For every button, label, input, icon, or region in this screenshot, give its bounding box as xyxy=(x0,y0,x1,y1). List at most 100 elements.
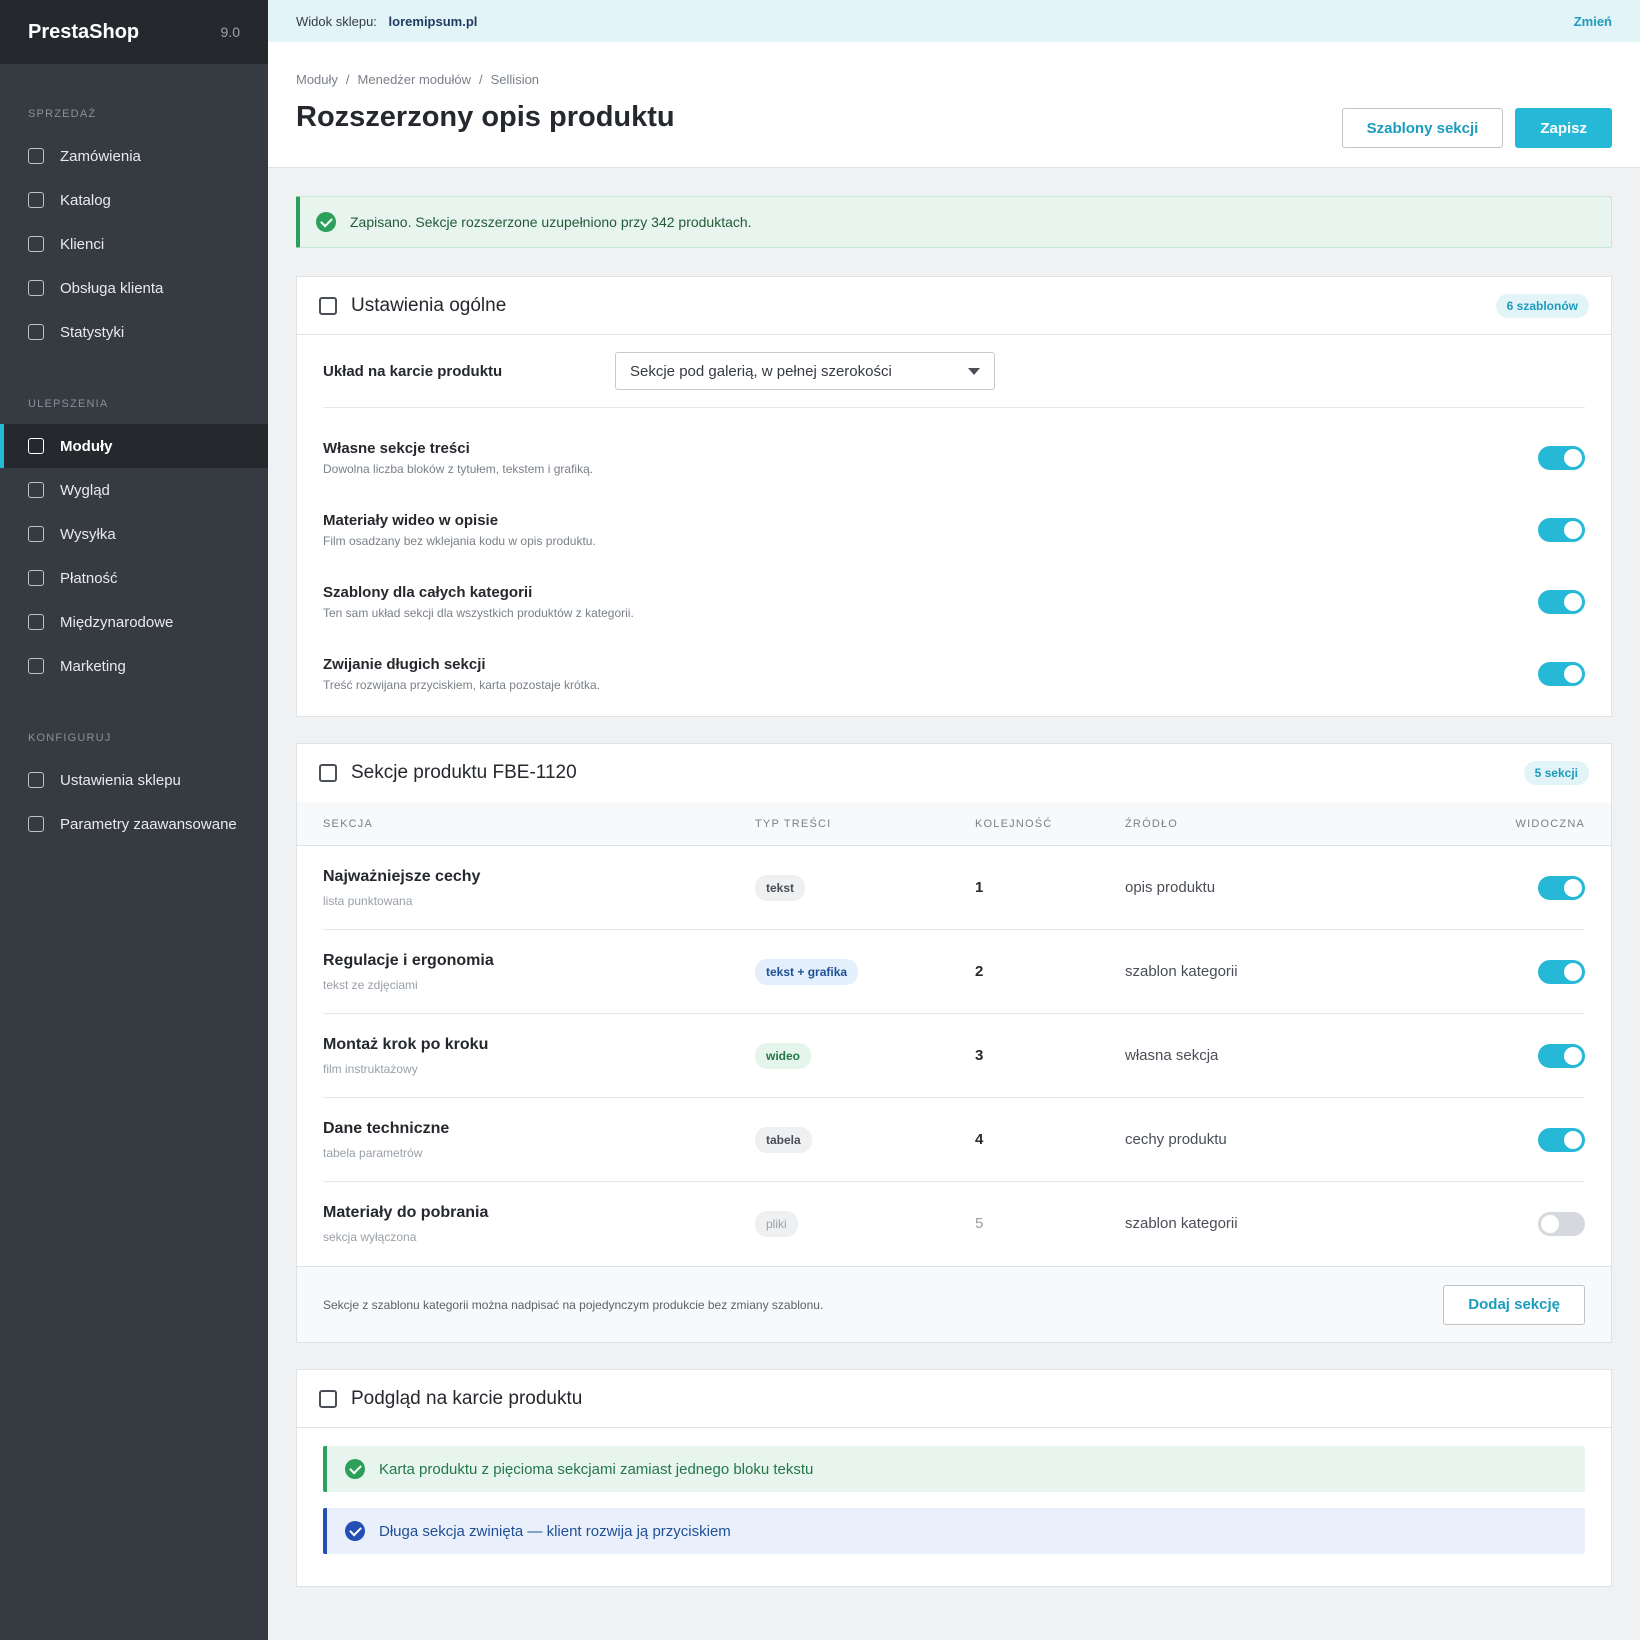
card-title-text: Ustawienia ogólne xyxy=(351,294,507,316)
sidebar-item-label: Marketing xyxy=(60,657,126,675)
general-settings-card: Ustawienia ogólne 6 szablonów Układ na k… xyxy=(296,276,1612,717)
option-title: Szablony dla całych kategorii xyxy=(323,584,533,601)
column-header-section[interactable]: SEKCJA xyxy=(323,818,755,830)
brand-version: 9.0 xyxy=(220,24,240,40)
card-title: Sekcje produktu FBE-1120 xyxy=(319,762,577,784)
column-header-source[interactable]: ŹRÓDŁO xyxy=(1125,818,1485,830)
breadcrumb-current: Sellision xyxy=(490,72,540,87)
breadcrumb: Moduły / Menedżer modułów / Sellision xyxy=(296,72,1612,87)
breadcrumb-separator: / xyxy=(345,72,350,87)
card-title: Ustawienia ogólne xyxy=(319,295,506,317)
sidebar-item-label: Wygląd xyxy=(60,481,110,499)
sidebar-item-advanced-params[interactable]: Parametry zaawansowane xyxy=(0,802,268,846)
section-name: Regulacje i ergonomia xyxy=(323,951,494,969)
section-name: Dane techniczne xyxy=(323,1119,450,1137)
table-row[interactable]: Montaż krok po kroku film instruktażowy w… xyxy=(323,1014,1585,1098)
success-alert-text: Zapisano. Sekcje rozszerzone uzupełniono… xyxy=(350,214,752,230)
section-order: 3 xyxy=(975,1046,984,1064)
check-circle-icon xyxy=(345,1459,365,1479)
card-header: Podgląd na karcie produktu xyxy=(297,1370,1611,1428)
sections-count-badge: 5 sekcji xyxy=(1523,761,1589,785)
breadcrumb-module-manager[interactable]: Menedżer modułów xyxy=(358,72,471,87)
option-desc: Film osadzany bez wklejania kodu w opis … xyxy=(323,534,596,548)
sidebar-item-customers[interactable]: Klienci xyxy=(0,222,268,266)
layout-select-value: Sekcje pod galerią, w pełnej szerokości xyxy=(630,362,892,380)
sidebar-item-label: Ustawienia sklepu xyxy=(60,771,181,789)
breadcrumb-modules[interactable]: Moduły xyxy=(296,72,338,87)
visibility-toggle[interactable] xyxy=(1538,1043,1585,1068)
visibility-toggle[interactable] xyxy=(1538,875,1585,900)
option-desc: Ten sam układ sekcji dla wszystkich prod… xyxy=(323,606,634,620)
design-icon xyxy=(28,482,44,498)
preview-card: Podgląd na karcie produktu Karta produkt… xyxy=(296,1369,1612,1587)
marketing-icon xyxy=(28,658,44,674)
card-title-text: Sekcje produktu FBE-1120 xyxy=(351,762,577,783)
change-shop-link[interactable]: Zmień xyxy=(1574,14,1612,29)
visibility-toggle[interactable] xyxy=(1538,1127,1585,1152)
success-alert: Zapisano. Sekcje rozszerzone uzupełniono… xyxy=(296,196,1612,248)
layout-select[interactable]: Sekcje pod galerią, w pełnej szerokości xyxy=(615,352,995,390)
advanced-params-icon xyxy=(28,816,44,832)
visibility-toggle[interactable] xyxy=(1538,1212,1585,1236)
column-header-type[interactable]: TYP TREŚCI xyxy=(755,818,975,830)
preview-item-collapse: Długa sekcja zwinięta — klient rozwija j… xyxy=(323,1508,1585,1554)
settings-icon xyxy=(319,296,337,315)
category-templates-toggle[interactable] xyxy=(1538,590,1585,614)
collapse-toggle[interactable] xyxy=(1538,662,1585,686)
section-order: 4 xyxy=(975,1130,984,1148)
shop-view-label: Widok sklepu: xyxy=(296,13,377,29)
add-section-button[interactable]: Dodaj sekcję xyxy=(1443,1284,1585,1325)
customer-service-icon xyxy=(28,280,44,296)
modules-icon xyxy=(28,438,44,454)
shop-view-info: Widok sklepu: loremipsum.pl xyxy=(296,14,477,29)
sidebar-item-design[interactable]: Wygląd xyxy=(0,468,268,512)
option-video: Materiały wideo w opisie Film osadzany be… xyxy=(323,494,1585,566)
sidebar-item-modules[interactable]: Moduły xyxy=(0,424,268,468)
international-icon xyxy=(28,614,44,630)
column-header-visible[interactable]: WIDOCZNA xyxy=(1485,818,1585,830)
shop-view-domain[interactable]: loremipsum.pl xyxy=(389,14,478,29)
sidebar-item-marketing[interactable]: Marketing xyxy=(0,644,268,688)
content-type-badge: tekst + grafika xyxy=(755,958,859,985)
sidebar-item-label: Parametry zaawansowane xyxy=(60,815,237,833)
breadcrumb-separator: / xyxy=(479,72,483,87)
sidebar-item-label: Klienci xyxy=(60,235,105,253)
table-row[interactable]: Regulacje i ergonomia tekst ze zdjęciami … xyxy=(323,930,1585,1014)
option-title: Zwijanie długich sekcji xyxy=(323,656,486,673)
header-actions: Szablony sekcji Zapisz xyxy=(1341,108,1612,148)
footer-note: Sekcje z szablonu kategorii można nadpis… xyxy=(323,1297,824,1312)
section-templates-button[interactable]: Szablony sekcji xyxy=(1341,108,1504,148)
card-header: Ustawienia ogólne 6 szablonów xyxy=(297,277,1611,335)
brand-logo[interactable]: PrestaShop xyxy=(28,21,139,44)
sidebar-item-international[interactable]: Międzynarodowe xyxy=(0,600,268,644)
product-sections-card: Sekcje produktu FBE-1120 5 sekcji SEKCJA… xyxy=(296,743,1612,1343)
sidebar-item-stats[interactable]: Statystyki xyxy=(0,310,268,354)
sidebar-item-label: Katalog xyxy=(60,191,111,209)
custom-sections-toggle[interactable] xyxy=(1538,446,1585,470)
sidebar-item-orders[interactable]: Zamówienia xyxy=(0,134,268,178)
nav-section-sales: SPRZEDAŻ xyxy=(28,108,97,120)
table-row[interactable]: Materiały do pobrania sekcja wyłączona pl… xyxy=(323,1182,1585,1266)
video-toggle[interactable] xyxy=(1538,518,1585,542)
shipping-icon xyxy=(28,526,44,542)
section-source: własna sekcja xyxy=(1125,1046,1219,1064)
table-row[interactable]: Najważniejsze cechy lista punktowana teks… xyxy=(323,846,1585,930)
table-row[interactable]: Dane techniczne tabela parametrów tabela … xyxy=(323,1098,1585,1182)
sidebar-item-shipping[interactable]: Wysyłka xyxy=(0,512,268,556)
layout-row: Układ na karcie produktu Sekcje pod gale… xyxy=(323,335,1585,408)
card-title: Podgląd na karcie produktu xyxy=(319,1388,582,1410)
app-root: PrestaShop 9.0 SPRZEDAŻ Zamówienia Katal… xyxy=(0,0,1640,1640)
option-title: Własne sekcje treści xyxy=(323,440,470,457)
preview-item-sections: Karta produktu z pięcioma sekcjami zamia… xyxy=(323,1446,1585,1492)
save-button[interactable]: Zapisz xyxy=(1515,108,1612,148)
section-name: Najważniejsze cechy xyxy=(323,867,481,885)
sidebar-item-customer-service[interactable]: Obsługa klienta xyxy=(0,266,268,310)
column-header-order[interactable]: KOLEJNOŚĆ xyxy=(975,818,1125,830)
visibility-toggle[interactable] xyxy=(1538,959,1585,984)
sidebar-item-payment[interactable]: Płatność xyxy=(0,556,268,600)
table-header: SEKCJA TYP TREŚCI KOLEJNOŚĆ ŹRÓDŁO WIDOC… xyxy=(297,802,1611,846)
sidebar-item-shop-params[interactable]: Ustawienia sklepu xyxy=(0,758,268,802)
section-name: Montaż krok po kroku xyxy=(323,1035,489,1053)
templates-count-badge: 6 szablonów xyxy=(1495,293,1589,318)
sidebar-item-catalog[interactable]: Katalog xyxy=(0,178,268,222)
